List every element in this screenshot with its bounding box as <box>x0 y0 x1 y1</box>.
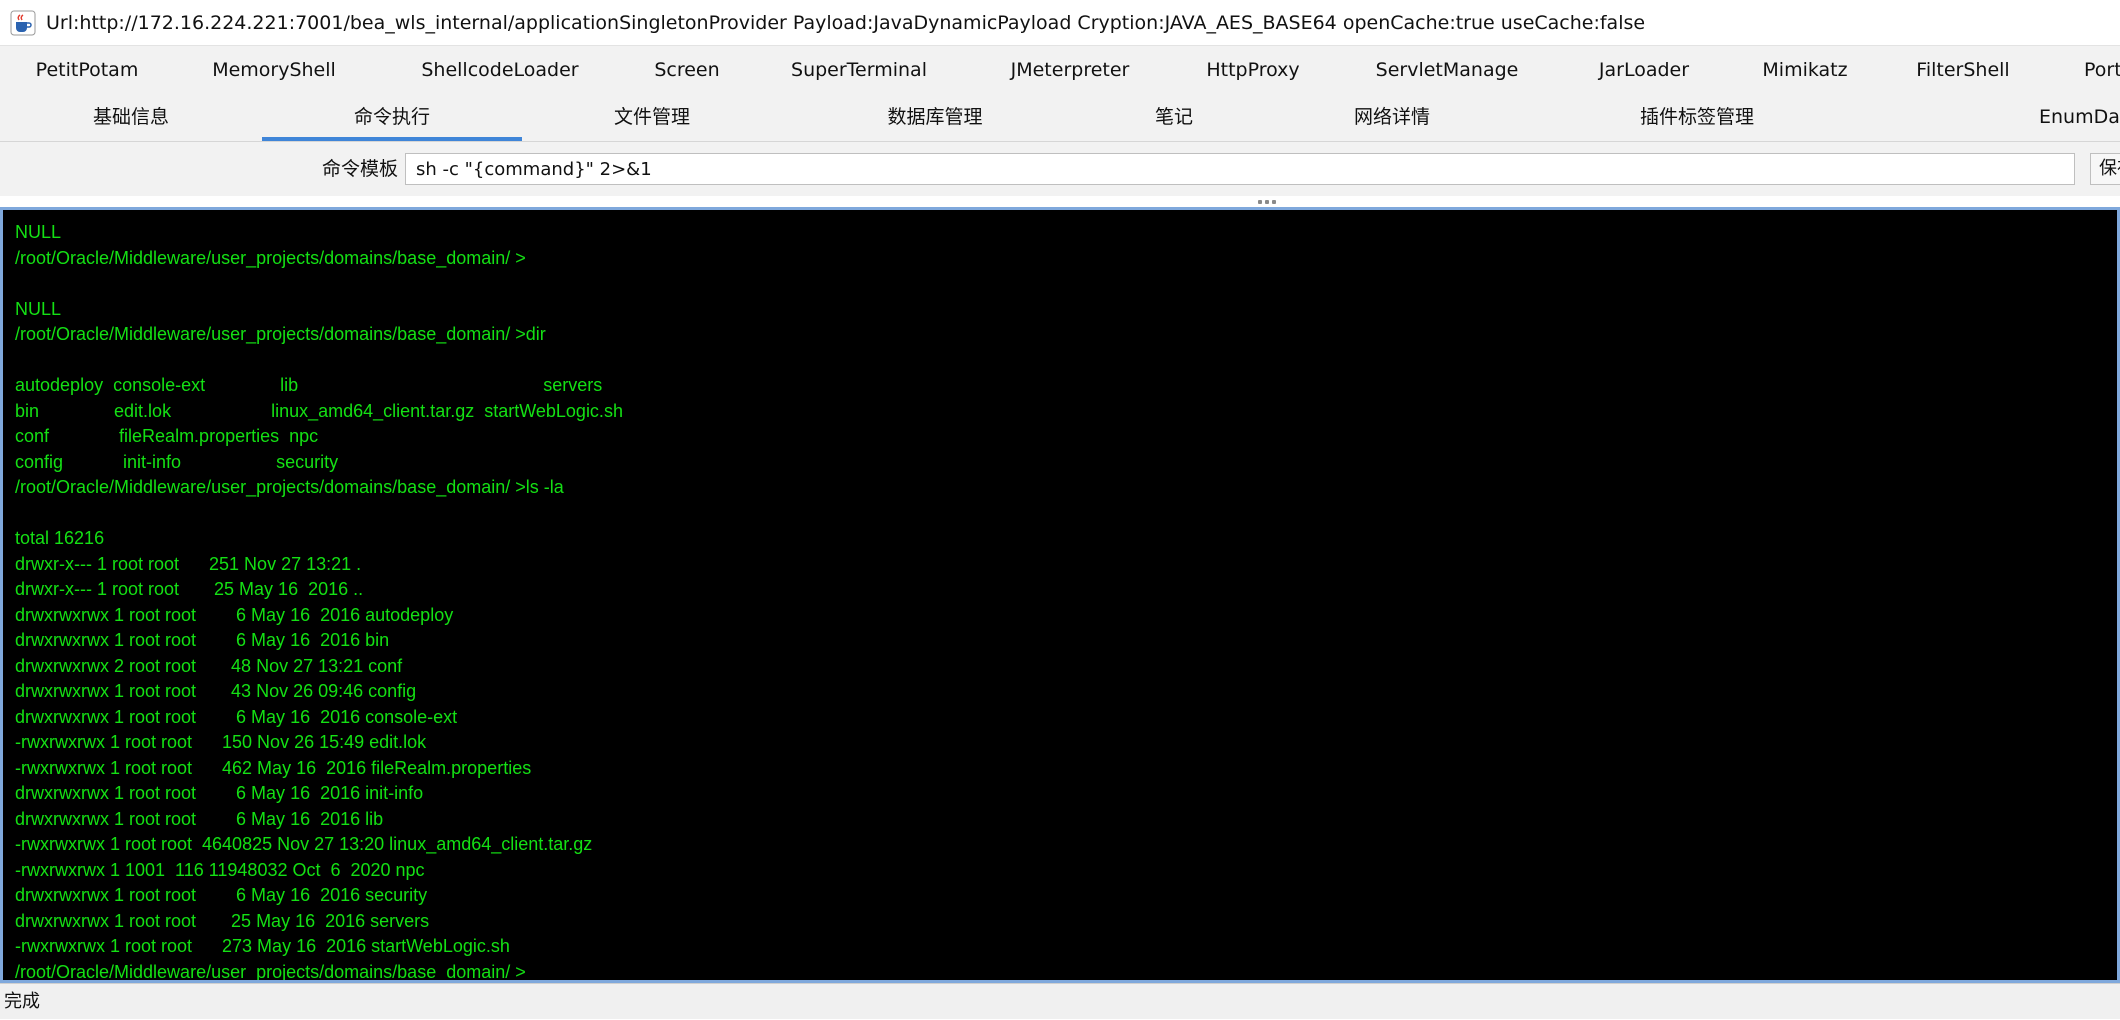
window-title: Url:http://172.16.224.221:7001/bea_wls_i… <box>46 11 1646 34</box>
tab-file-manager[interactable]: 文件管理 <box>522 94 782 141</box>
tab-servletmanage[interactable]: ServletManage <box>1336 46 1558 94</box>
tab-plugin-tag-manager[interactable]: 插件标签管理 <box>1524 94 1870 141</box>
plugin-tab-bar: PetitPotam MemoryShell ShellcodeLoader S… <box>0 46 2120 94</box>
terminal-line: config init-info security <box>15 451 339 472</box>
tab-enum-database[interactable]: EnumDatabase <box>2000 94 2120 141</box>
terminal-line: drwxrwxrwx 2 root root 48 Nov 27 13:21 c… <box>15 655 403 676</box>
terminal-line: -rwxrwxrwx 1 root root 273 May 16 2016 s… <box>15 936 510 956</box>
terminal-line: /root/Oracle/Middleware/user_projects/do… <box>15 477 564 497</box>
terminal-line: NULL <box>15 222 62 242</box>
terminal-line: -rwxrwxrwx 1 root root 462 May 16 2016 f… <box>15 757 532 778</box>
tab-network-details[interactable]: 网络详情 <box>1260 94 1524 141</box>
terminal-line: NULL <box>15 298 62 319</box>
java-coffee-icon <box>10 10 36 35</box>
tab-portscan[interactable]: PortScan <box>2046 46 2120 94</box>
terminal-line: /root/Oracle/Middleware/user_projects/do… <box>15 324 546 344</box>
tab-database-manager[interactable]: 数据库管理 <box>782 94 1088 141</box>
terminal-line: drwxrwxrwx 1 root root 43 Nov 26 09:46 c… <box>15 681 417 701</box>
grip-dot <box>1258 200 1262 204</box>
tab-jarloader[interactable]: JarLoader <box>1558 46 1730 94</box>
status-bar: 完成 <box>0 983 2120 1019</box>
terminal-line: drwxrwxrwx 1 root root 6 May 16 2016 lib <box>15 808 384 829</box>
terminal-output[interactable]: NULL/root/Oracle/Middleware/user_project… <box>0 207 2120 983</box>
terminal-line: -rwxrwxrwx 1 root root 150 Nov 26 15:49 … <box>15 732 427 752</box>
terminal-line: autodeploy console-ext lib servers <box>15 375 603 395</box>
tab-mimikatz[interactable]: Mimikatz <box>1730 46 1880 94</box>
terminal-line: drwxrwxrwx 1 root root 6 May 16 2016 sec… <box>15 885 428 905</box>
window-title-bar: Url:http://172.16.224.221:7001/bea_wls_i… <box>0 0 2120 46</box>
terminal-lines: NULL/root/Oracle/Middleware/user_project… <box>3 210 2117 982</box>
command-template-bar: 命令模板 保存 <box>0 142 2120 196</box>
tab-memoryshell[interactable]: MemoryShell <box>174 46 374 94</box>
save-template-button[interactable]: 保存 <box>2090 153 2120 185</box>
terminal-line: drwxrwxrwx 1 root root 6 May 16 2016 aut… <box>15 604 454 625</box>
tab-httpproxy[interactable]: HttpProxy <box>1170 46 1336 94</box>
terminal-line: drwxrwxrwx 1 root root 6 May 16 2016 con… <box>15 706 458 727</box>
command-template-label: 命令模板 <box>321 158 398 180</box>
split-pane-handle[interactable] <box>1258 198 1276 206</box>
terminal-line: drwxrwxrwx 1 root root 25 May 16 2016 se… <box>15 910 430 931</box>
tab-superterminal[interactable]: SuperTerminal <box>748 46 970 94</box>
terminal-line: -rwxrwxrwx 1 1001 116 11948032 Oct 6 202… <box>15 859 425 880</box>
terminal-line: drwxrwxrwx 1 root root 6 May 16 2016 ini… <box>15 783 424 803</box>
status-text: 完成 <box>4 991 40 1012</box>
terminal-line: conf fileRealm.properties npc <box>15 426 319 446</box>
tab-command-execution[interactable]: 命令执行 <box>262 94 522 141</box>
terminal-line: drwxr-x--- 1 root root 25 May 16 2016 .. <box>15 579 364 599</box>
tab-filtershell[interactable]: FilterShell <box>1880 46 2046 94</box>
terminal-line: total 16216 <box>15 528 105 548</box>
tab-notes[interactable]: 笔记 <box>1088 94 1260 141</box>
terminal-line: drwxr-x--- 1 root root 251 Nov 27 13:21 … <box>15 553 362 574</box>
terminal-line: drwxrwxrwx 1 root root 6 May 16 2016 bin <box>15 630 390 650</box>
tab-jmeterpreter[interactable]: JMeterpreter <box>970 46 1170 94</box>
terminal-line: /root/Oracle/Middleware/user_projects/do… <box>15 961 526 982</box>
terminal-line: bin edit.lok linux_amd64_client.tar.gz s… <box>15 400 623 421</box>
tab-petitpotam[interactable]: PetitPotam <box>0 46 174 94</box>
tab-shellcodeloader[interactable]: ShellcodeLoader <box>374 46 626 94</box>
main-tab-bar: 基础信息 命令执行 文件管理 数据库管理 笔记 网络详情 插件标签管理 Enum… <box>0 94 2120 142</box>
terminal-line: /root/Oracle/Middleware/user_projects/do… <box>15 247 526 268</box>
command-template-input[interactable] <box>405 153 2075 185</box>
grip-dot <box>1265 200 1269 204</box>
terminal-line: -rwxrwxrwx 1 root root 4640825 Nov 27 13… <box>15 834 593 854</box>
tab-screen[interactable]: Screen <box>626 46 748 94</box>
grip-dot <box>1272 200 1276 204</box>
tab-basic-info[interactable]: 基础信息 <box>0 94 262 141</box>
